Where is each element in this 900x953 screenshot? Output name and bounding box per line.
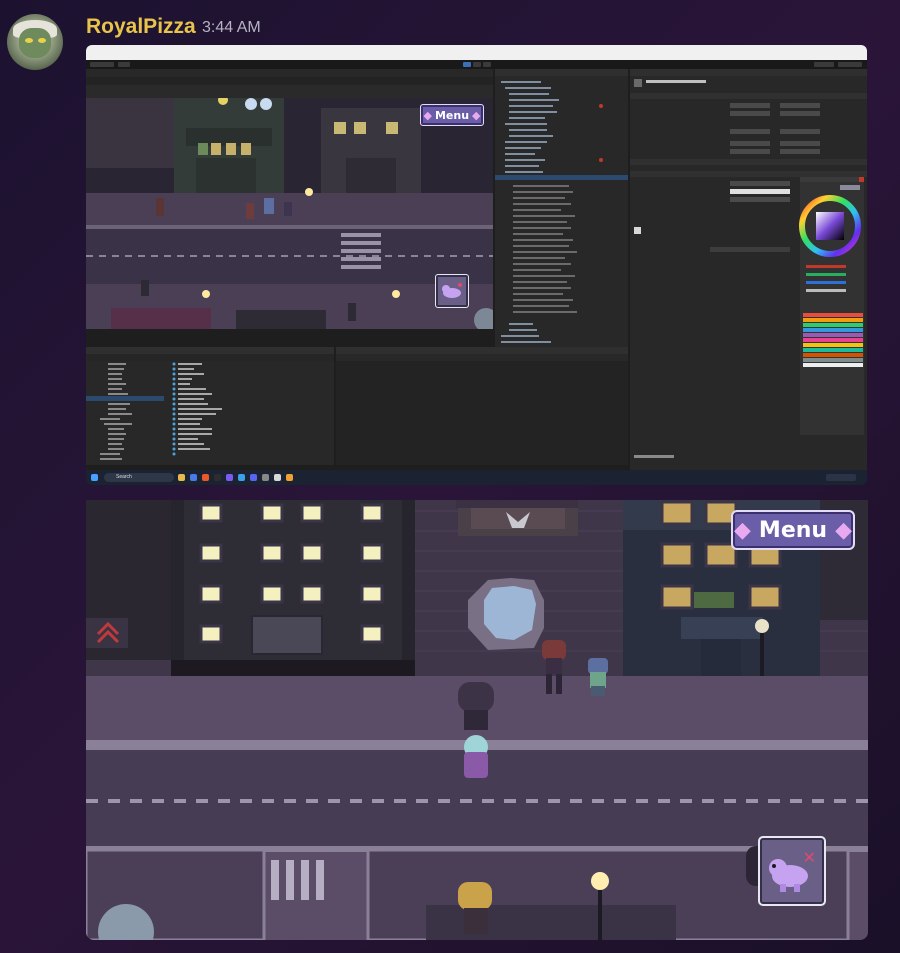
game-toolbar[interactable] [86, 85, 493, 98]
avatar[interactable] [7, 14, 63, 70]
vscode-icon[interactable] [238, 474, 245, 481]
pet-icon [442, 283, 462, 298]
menu-label: Menu [434, 108, 470, 122]
mail-icon[interactable] [190, 474, 197, 481]
scene-menu-button[interactable]: ◆ Menu ◆ [420, 104, 484, 126]
start-icon[interactable] [91, 474, 98, 481]
editor-toolbar [86, 60, 867, 69]
game-scene [86, 500, 868, 940]
app-icon[interactable] [262, 474, 269, 481]
notes-icon[interactable] [274, 474, 281, 481]
console-panel[interactable] [336, 347, 628, 465]
layers-dropdown[interactable] [814, 62, 834, 67]
inspector-panel[interactable] [630, 69, 867, 470]
menu-button[interactable]: ◆ Menu ◆ [731, 510, 855, 550]
project-panel[interactable] [86, 347, 334, 465]
scene-view[interactable]: ◆ Menu ◆ [86, 98, 493, 329]
unity-editor-screenshot[interactable]: ◆ Menu ◆ Search [86, 45, 867, 485]
gem-icon: ◆ [835, 517, 852, 543]
close-icon[interactable]: ✕ [803, 848, 816, 867]
gem-icon: ◆ [734, 517, 751, 543]
clock-tray[interactable] [826, 474, 856, 481]
username[interactable]: RoyalPizza [86, 15, 196, 39]
scene-tab-row[interactable] [86, 69, 493, 77]
avatar-face [19, 28, 51, 58]
taskbar-search[interactable]: Search [104, 473, 174, 482]
window-titlebar [86, 45, 867, 54]
console-toolbar[interactable] [336, 354, 628, 361]
layout-dropdown[interactable] [838, 62, 862, 67]
npc-zombie [588, 658, 608, 696]
os-taskbar: Search [86, 470, 867, 485]
play-button[interactable] [463, 62, 471, 67]
project-browser [86, 347, 334, 460]
inspector-content [630, 69, 867, 458]
hierarchy-panel[interactable] [495, 69, 628, 347]
avatar-eye [38, 38, 46, 43]
app-icon[interactable] [286, 474, 293, 481]
step-button[interactable] [483, 62, 491, 67]
browser-icon[interactable] [202, 474, 209, 481]
game-view-screenshot[interactable]: ◆ Menu ◆ ✕ [86, 500, 868, 940]
scene-toolbar[interactable] [86, 77, 493, 85]
cloud-button[interactable] [118, 62, 130, 67]
console-tabs[interactable] [336, 347, 628, 354]
hierarchy-tree [495, 69, 628, 343]
gem-icon: ◆ [423, 108, 432, 122]
chat-message: RoyalPizza 3:44 AM ◆ Menu ◆ Search ◆ Men… [0, 0, 900, 953]
pause-button[interactable] [473, 62, 481, 67]
pet-button[interactable]: ✕ [758, 836, 826, 906]
visual-studio-icon[interactable] [226, 474, 233, 481]
menu-label: Menu [758, 517, 828, 543]
account-button[interactable] [90, 62, 114, 67]
timestamp: 3:44 AM [202, 19, 261, 36]
scene-illustration [86, 98, 493, 329]
avatar-eye [25, 38, 33, 43]
unity-icon[interactable] [214, 474, 221, 481]
folder-icon[interactable] [178, 474, 185, 481]
discord-icon[interactable] [250, 474, 257, 481]
scene-pet-button[interactable] [435, 274, 469, 308]
gem-icon: ◆ [472, 108, 481, 122]
